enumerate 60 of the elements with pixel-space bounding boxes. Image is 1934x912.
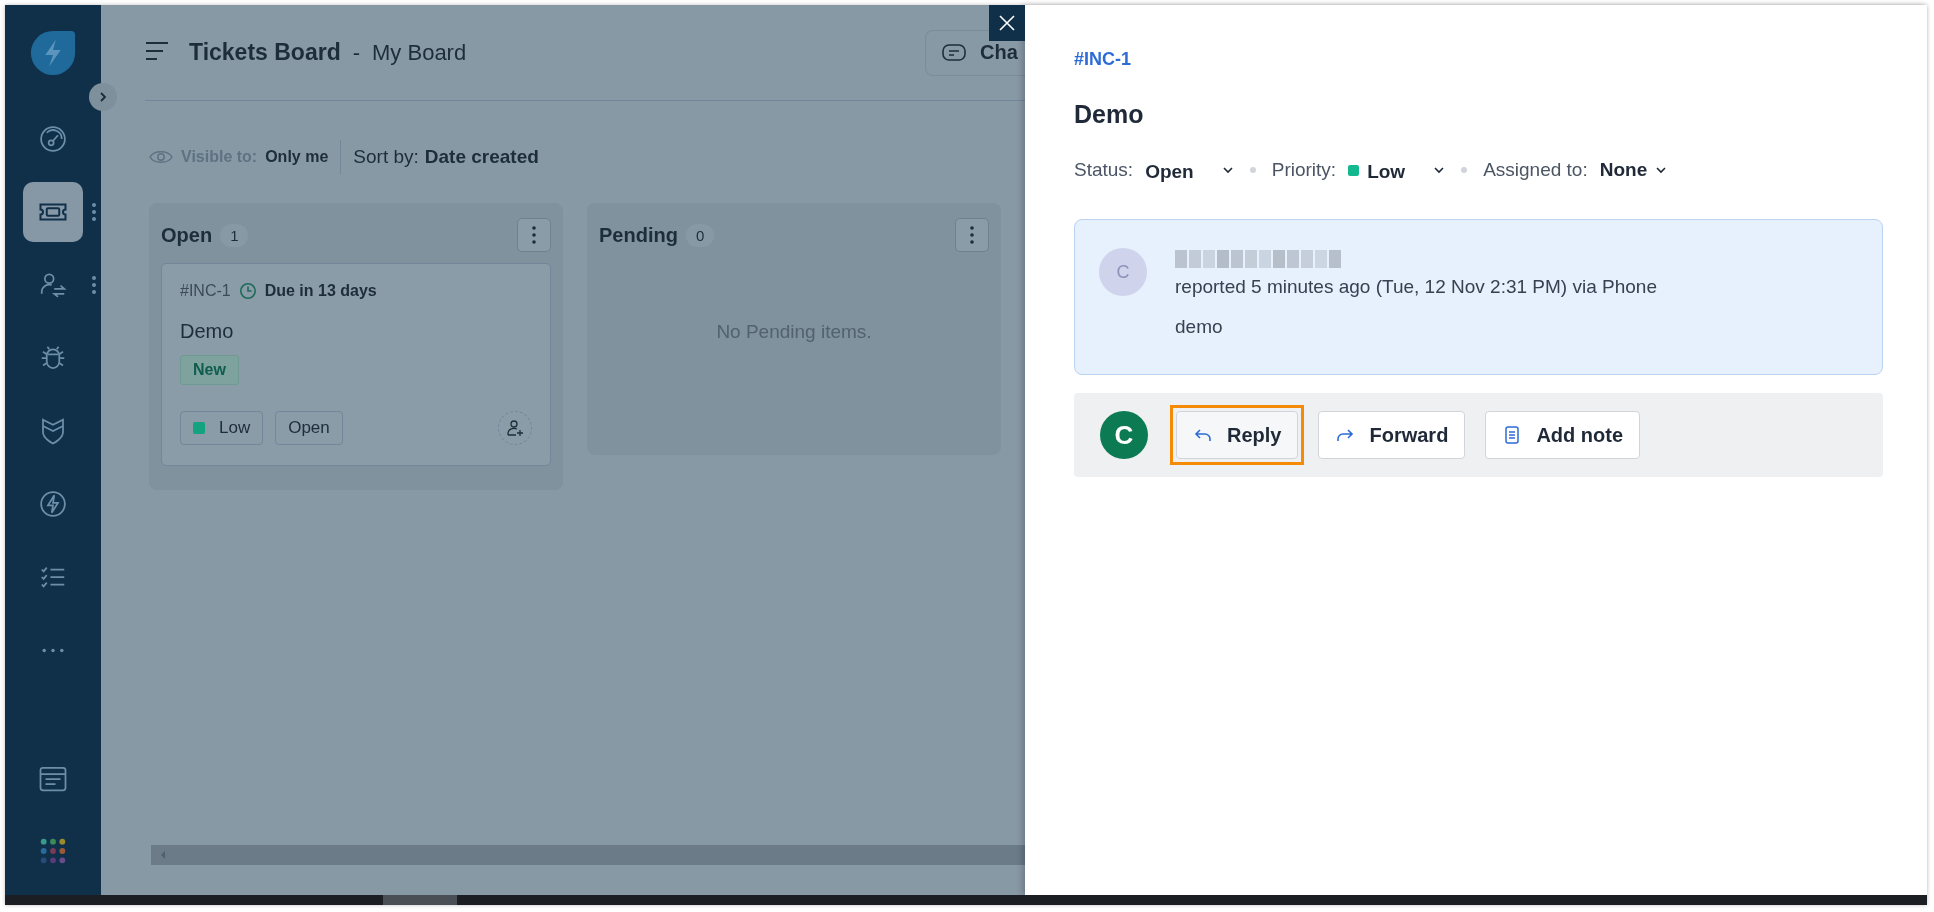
- ticket-id-link[interactable]: #INC-1: [1074, 49, 1131, 70]
- close-icon: [997, 13, 1017, 33]
- field-dropdown[interactable]: None: [1599, 159, 1668, 181]
- field-dropdown[interactable]: Low: [1348, 157, 1446, 183]
- kebab-icon[interactable]: [91, 202, 97, 222]
- count-badge: 0: [685, 223, 715, 247]
- ticket-id: #INC-1: [180, 282, 231, 300]
- caret-icon: [1221, 166, 1234, 174]
- field-label: Assigned to:: [1483, 159, 1588, 181]
- reply-button[interactable]: Reply: [1176, 411, 1299, 459]
- page-title: Tickets Board: [189, 39, 341, 66]
- ticket-title: Demo: [180, 320, 235, 343]
- more-icon: [42, 647, 64, 653]
- apps-grid-icon: [39, 837, 67, 865]
- chat-button[interactable]: Cha: [925, 29, 1025, 76]
- ticket-card[interactable]: #INC-1 Due in 13 days Demo New Low Open: [161, 263, 551, 466]
- kebab-icon: [531, 225, 537, 245]
- eye-icon: [149, 149, 173, 165]
- gauge-icon: [38, 124, 68, 154]
- menu-icon[interactable]: [145, 40, 169, 61]
- column-title: Open: [161, 223, 213, 247]
- board-name[interactable]: My Board: [372, 39, 467, 66]
- column-menu-button[interactable]: [955, 218, 989, 252]
- avatar: C: [1099, 248, 1147, 296]
- visibility-value[interactable]: Only me: [265, 148, 329, 166]
- close-button[interactable]: [989, 5, 1025, 41]
- kebab-icon: [969, 225, 975, 245]
- due-date: Due in 13 days: [264, 282, 377, 300]
- expand-sidebar-button[interactable]: [89, 83, 117, 111]
- status-chip[interactable]: Open: [275, 411, 343, 445]
- message-text: demo: [1175, 316, 1224, 338]
- clock-icon: [238, 282, 257, 300]
- chevron-right-icon: [97, 91, 109, 103]
- add-user-icon: [505, 418, 525, 438]
- sidebar-item[interactable]: [23, 182, 83, 242]
- field-label: Status:: [1074, 159, 1134, 181]
- message-meta: reported 5 minutes ago (Tue, 12 Nov 2:31 PM) via Phone: [1175, 276, 1657, 298]
- status-tag: New: [180, 355, 239, 385]
- horizontal-scrollbar[interactable]: [151, 845, 1025, 865]
- sort-value[interactable]: Date created: [424, 146, 539, 168]
- caret-icon: [1433, 166, 1446, 174]
- bolt-icon: [38, 489, 68, 519]
- scrollbar-thumb[interactable]: [383, 895, 457, 905]
- title-separator: -: [352, 39, 361, 66]
- column-menu-button[interactable]: [517, 218, 551, 252]
- count-badge: 1: [220, 223, 249, 247]
- chat-icon: [942, 43, 966, 62]
- kebab-icon[interactable]: [91, 275, 97, 295]
- priority-chip[interactable]: Low: [180, 411, 264, 445]
- field-dropdown[interactable]: Open: [1145, 157, 1234, 183]
- note-button[interactable]: Add note: [1485, 411, 1641, 459]
- sort-label: Sort by:: [353, 146, 419, 168]
- logo-icon[interactable]: [29, 29, 77, 77]
- browser-window-icon: [38, 764, 68, 794]
- ticket-title: Demo: [1074, 100, 1145, 129]
- avatar: C: [1100, 411, 1148, 459]
- forward-button[interactable]: Forward: [1318, 411, 1466, 459]
- caret-icon: [1655, 166, 1668, 174]
- field-label: Priority:: [1271, 159, 1337, 181]
- column-title: Pending: [599, 223, 678, 247]
